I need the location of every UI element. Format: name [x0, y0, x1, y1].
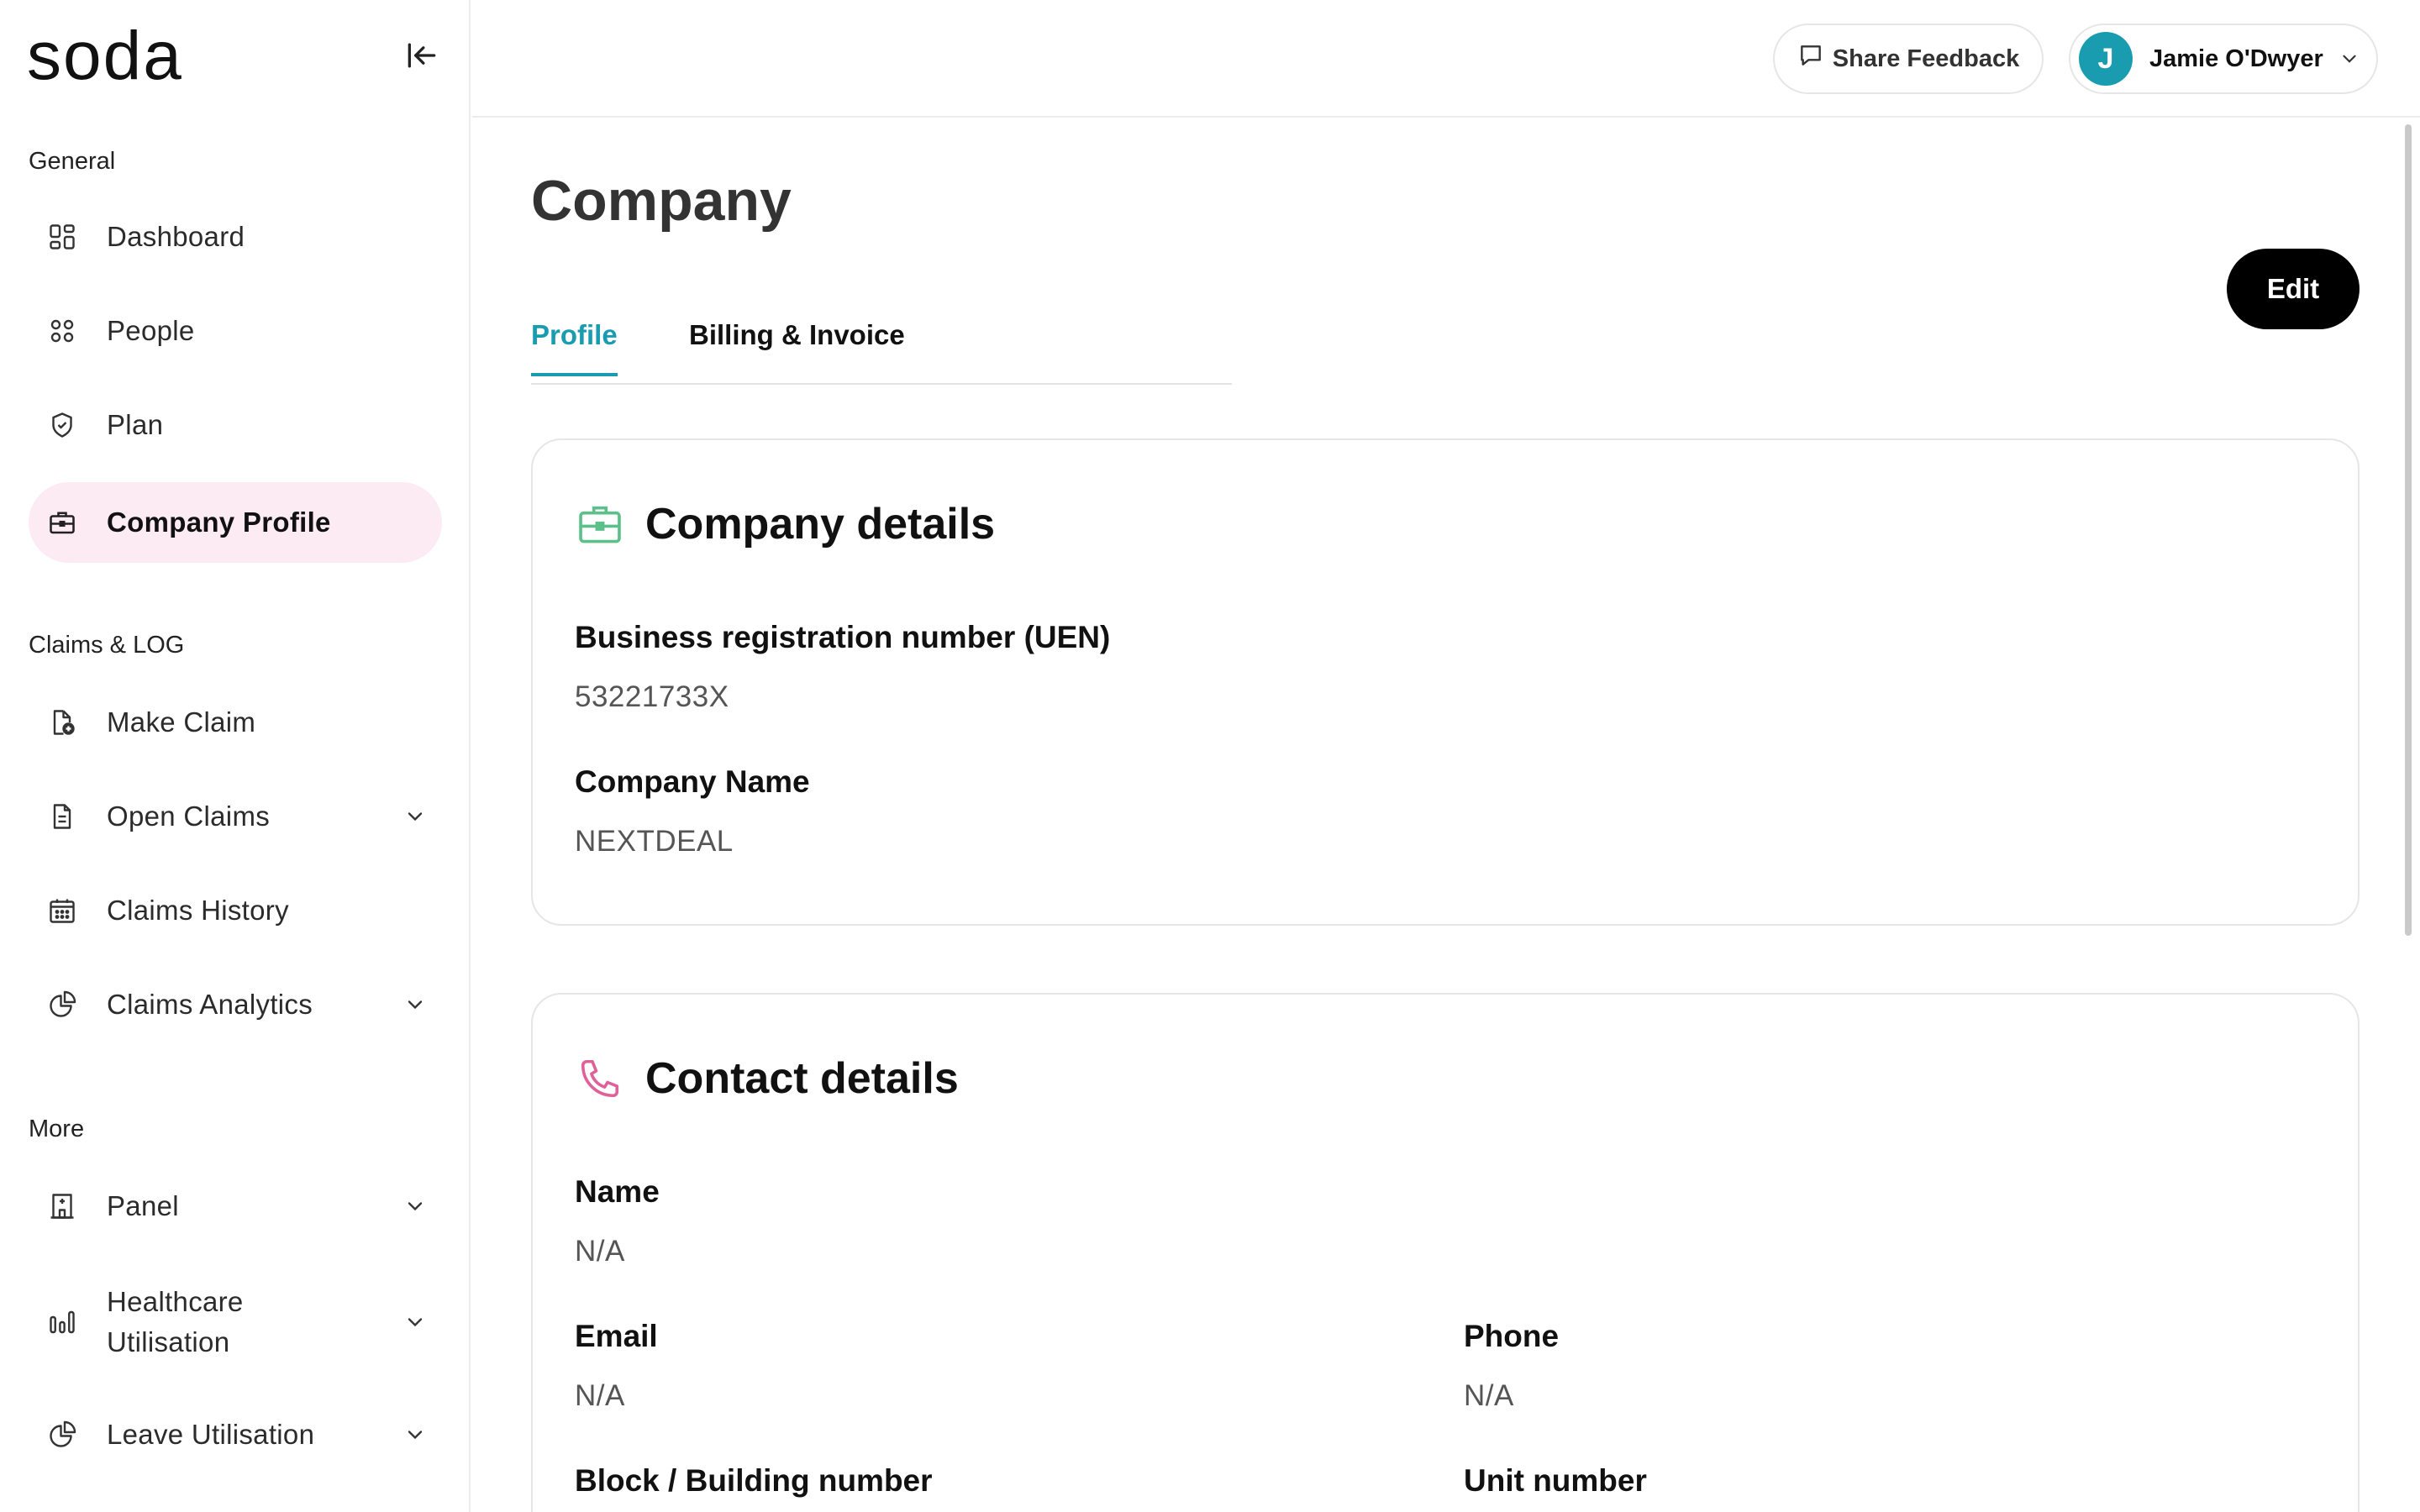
share-feedback-label: Share Feedback — [1832, 45, 2020, 72]
sidebar-item-label: Healthcare Utilisation — [107, 1286, 244, 1357]
sidebar-item-dashboard[interactable]: Dashboard — [29, 197, 442, 277]
field-value: N/A — [1464, 1379, 1514, 1412]
people-icon — [44, 312, 81, 349]
edit-button[interactable]: Edit — [2227, 249, 2360, 329]
contact-email-field: Email N/A — [575, 1319, 658, 1413]
pie-chart-icon — [44, 986, 81, 1023]
field-label: Unit number — [1464, 1463, 1647, 1498]
section-label-more: More — [29, 1116, 85, 1142]
shield-icon — [44, 407, 81, 444]
field-value: 53221733X — [575, 680, 729, 713]
tab-profile[interactable]: Profile — [531, 319, 618, 376]
chevron-down-icon[interactable] — [398, 1305, 432, 1339]
sidebar-item-leave-utilisation[interactable]: Leave Utilisation — [29, 1394, 442, 1475]
sidebar-item-make-claim[interactable]: Make Claim — [29, 682, 442, 763]
chevron-down-icon[interactable] — [398, 1189, 432, 1223]
company-name-field: Company Name NEXTDEAL — [575, 764, 810, 858]
briefcase-icon — [575, 499, 625, 549]
calendar-icon — [44, 892, 81, 929]
field-label: Email — [575, 1319, 658, 1353]
field-value: NEXTDEAL — [575, 825, 734, 858]
sidebar-item-label: Claims History — [107, 895, 289, 926]
chevron-down-icon[interactable] — [398, 800, 432, 833]
user-menu-button[interactable]: J Jamie O'Dwyer — [2069, 24, 2378, 94]
contact-name-field: Name N/A — [575, 1174, 660, 1268]
tab-bar: Profile Billing & Invoice — [531, 311, 1232, 385]
sidebar-item-claims-history[interactable]: Claims History — [29, 870, 442, 951]
company-details-card: Company details Business registration nu… — [531, 438, 2360, 926]
field-value: N/A — [575, 1379, 625, 1412]
chevron-down-icon[interactable] — [398, 988, 432, 1021]
document-icon — [44, 798, 81, 835]
scrollbar[interactable] — [2405, 124, 2412, 936]
sidebar-item-label: Dashboard — [107, 221, 245, 252]
sidebar-item-claims-analytics[interactable]: Claims Analytics — [29, 964, 442, 1045]
user-name: Jamie O'Dwyer — [2149, 45, 2323, 72]
sidebar-item-label: Open Claims — [107, 801, 271, 832]
field-label: Block / Building number — [575, 1463, 933, 1498]
sidebar-item-open-claims[interactable]: Open Claims — [29, 776, 442, 857]
pie-chart-icon — [44, 1416, 81, 1453]
sidebar-item-label: Leave Utilisation — [107, 1419, 315, 1450]
building-icon — [44, 1188, 81, 1225]
sidebar-item-label: Company Profile — [107, 507, 331, 538]
card-title: Company details — [645, 500, 996, 549]
chevron-down-icon — [2338, 48, 2360, 70]
phone-icon — [575, 1053, 625, 1104]
share-feedback-button[interactable]: Share Feedback — [1773, 24, 2044, 94]
chevron-down-icon[interactable] — [398, 1418, 432, 1452]
field-label: Phone — [1464, 1319, 1560, 1353]
contact-phone-field: Phone N/A — [1464, 1319, 1559, 1413]
field-label: Name — [575, 1174, 660, 1209]
chat-bubble-icon — [1797, 42, 1824, 76]
sidebar-item-panel[interactable]: Panel — [29, 1166, 442, 1247]
file-plus-icon — [44, 704, 81, 741]
block-building-field: Block / Building number — [575, 1463, 933, 1499]
briefcase-icon — [44, 504, 81, 541]
field-label: Business registration number (UEN) — [575, 620, 1111, 654]
unit-number-field: Unit number — [1464, 1463, 1647, 1499]
bar-chart-icon — [44, 1304, 81, 1341]
sidebar-item-people[interactable]: People — [29, 291, 442, 371]
sidebar: soda General Dashboard People Plan Compa… — [0, 0, 471, 1512]
dashboard-icon — [44, 218, 81, 255]
sidebar-item-label: Claims Analytics — [107, 989, 313, 1020]
sidebar-item-company-profile[interactable]: Company Profile — [29, 482, 442, 563]
sidebar-item-label: Panel — [107, 1190, 179, 1221]
avatar: J — [2079, 32, 2133, 86]
sidebar-item-label: Plan — [107, 409, 164, 440]
tab-billing-invoice[interactable]: Billing & Invoice — [689, 319, 905, 373]
page-title: Company — [531, 169, 792, 233]
section-label-claims-log: Claims & LOG — [29, 632, 185, 659]
uen-field: Business registration number (UEN) 53221… — [575, 620, 1110, 714]
section-label-general: General — [29, 148, 116, 175]
sidebar-item-plan[interactable]: Plan — [29, 385, 442, 465]
field-value: N/A — [575, 1235, 625, 1268]
sidebar-item-label: People — [107, 315, 195, 346]
soda-logo[interactable]: soda — [27, 22, 183, 91]
collapse-sidebar-icon[interactable] — [400, 34, 444, 77]
field-label: Company Name — [575, 764, 810, 799]
sidebar-item-healthcare-utilisation[interactable]: Healthcare Utilisation — [29, 1263, 442, 1381]
sidebar-item-label: Make Claim — [107, 706, 256, 738]
contact-details-card: Contact details Name N/A Email N/A Phone… — [531, 993, 2360, 1512]
card-title: Contact details — [645, 1054, 959, 1103]
